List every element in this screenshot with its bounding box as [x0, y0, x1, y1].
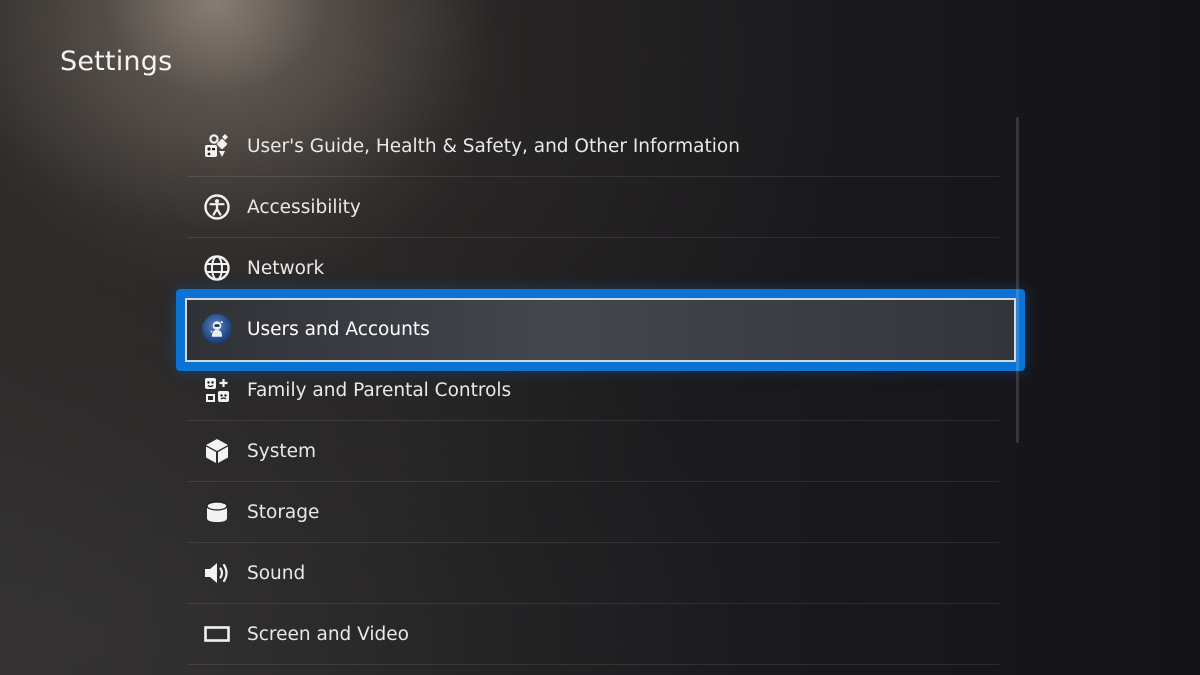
guide-icon	[202, 131, 232, 161]
settings-item-label: System	[247, 440, 316, 462]
settings-item-accessibility[interactable]: Accessibility	[187, 177, 999, 238]
settings-item-label: Users and Accounts	[247, 318, 430, 340]
speaker-icon	[202, 558, 232, 588]
screen-icon	[202, 619, 232, 649]
settings-item-label: Accessibility	[247, 196, 361, 218]
settings-item-system[interactable]: System	[187, 421, 999, 482]
settings-item-label: Family and Parental Controls	[247, 379, 512, 401]
settings-item-users-guide[interactable]: User's Guide, Health & Safety, and Other…	[187, 116, 999, 177]
settings-item-storage[interactable]: Storage	[187, 482, 999, 543]
scrollbar[interactable]	[1016, 117, 1019, 443]
settings-item-label: User's Guide, Health & Safety, and Other…	[247, 135, 740, 157]
cube-icon	[202, 436, 232, 466]
family-icon	[202, 375, 232, 405]
settings-item-label: Screen and Video	[247, 623, 410, 645]
settings-item-label: Network	[247, 257, 325, 279]
page-title: Settings	[60, 46, 173, 77]
settings-item-sound[interactable]: Sound	[187, 543, 999, 604]
storage-icon	[202, 497, 232, 527]
settings-item-users-and-accounts[interactable]: Users and Accounts	[176, 289, 1025, 371]
accessibility-icon	[202, 192, 232, 222]
avatar	[202, 314, 232, 344]
settings-list: User's Guide, Health & Safety, and Other…	[176, 116, 1025, 665]
settings-item-family-parental-controls[interactable]: Family and Parental Controls	[187, 360, 999, 421]
settings-item-label: Storage	[247, 501, 320, 523]
settings-item-label: Sound	[247, 562, 306, 584]
globe-icon	[202, 253, 232, 283]
settings-item-screen-and-video[interactable]: Screen and Video	[187, 604, 999, 665]
avatar-icon	[202, 314, 232, 344]
